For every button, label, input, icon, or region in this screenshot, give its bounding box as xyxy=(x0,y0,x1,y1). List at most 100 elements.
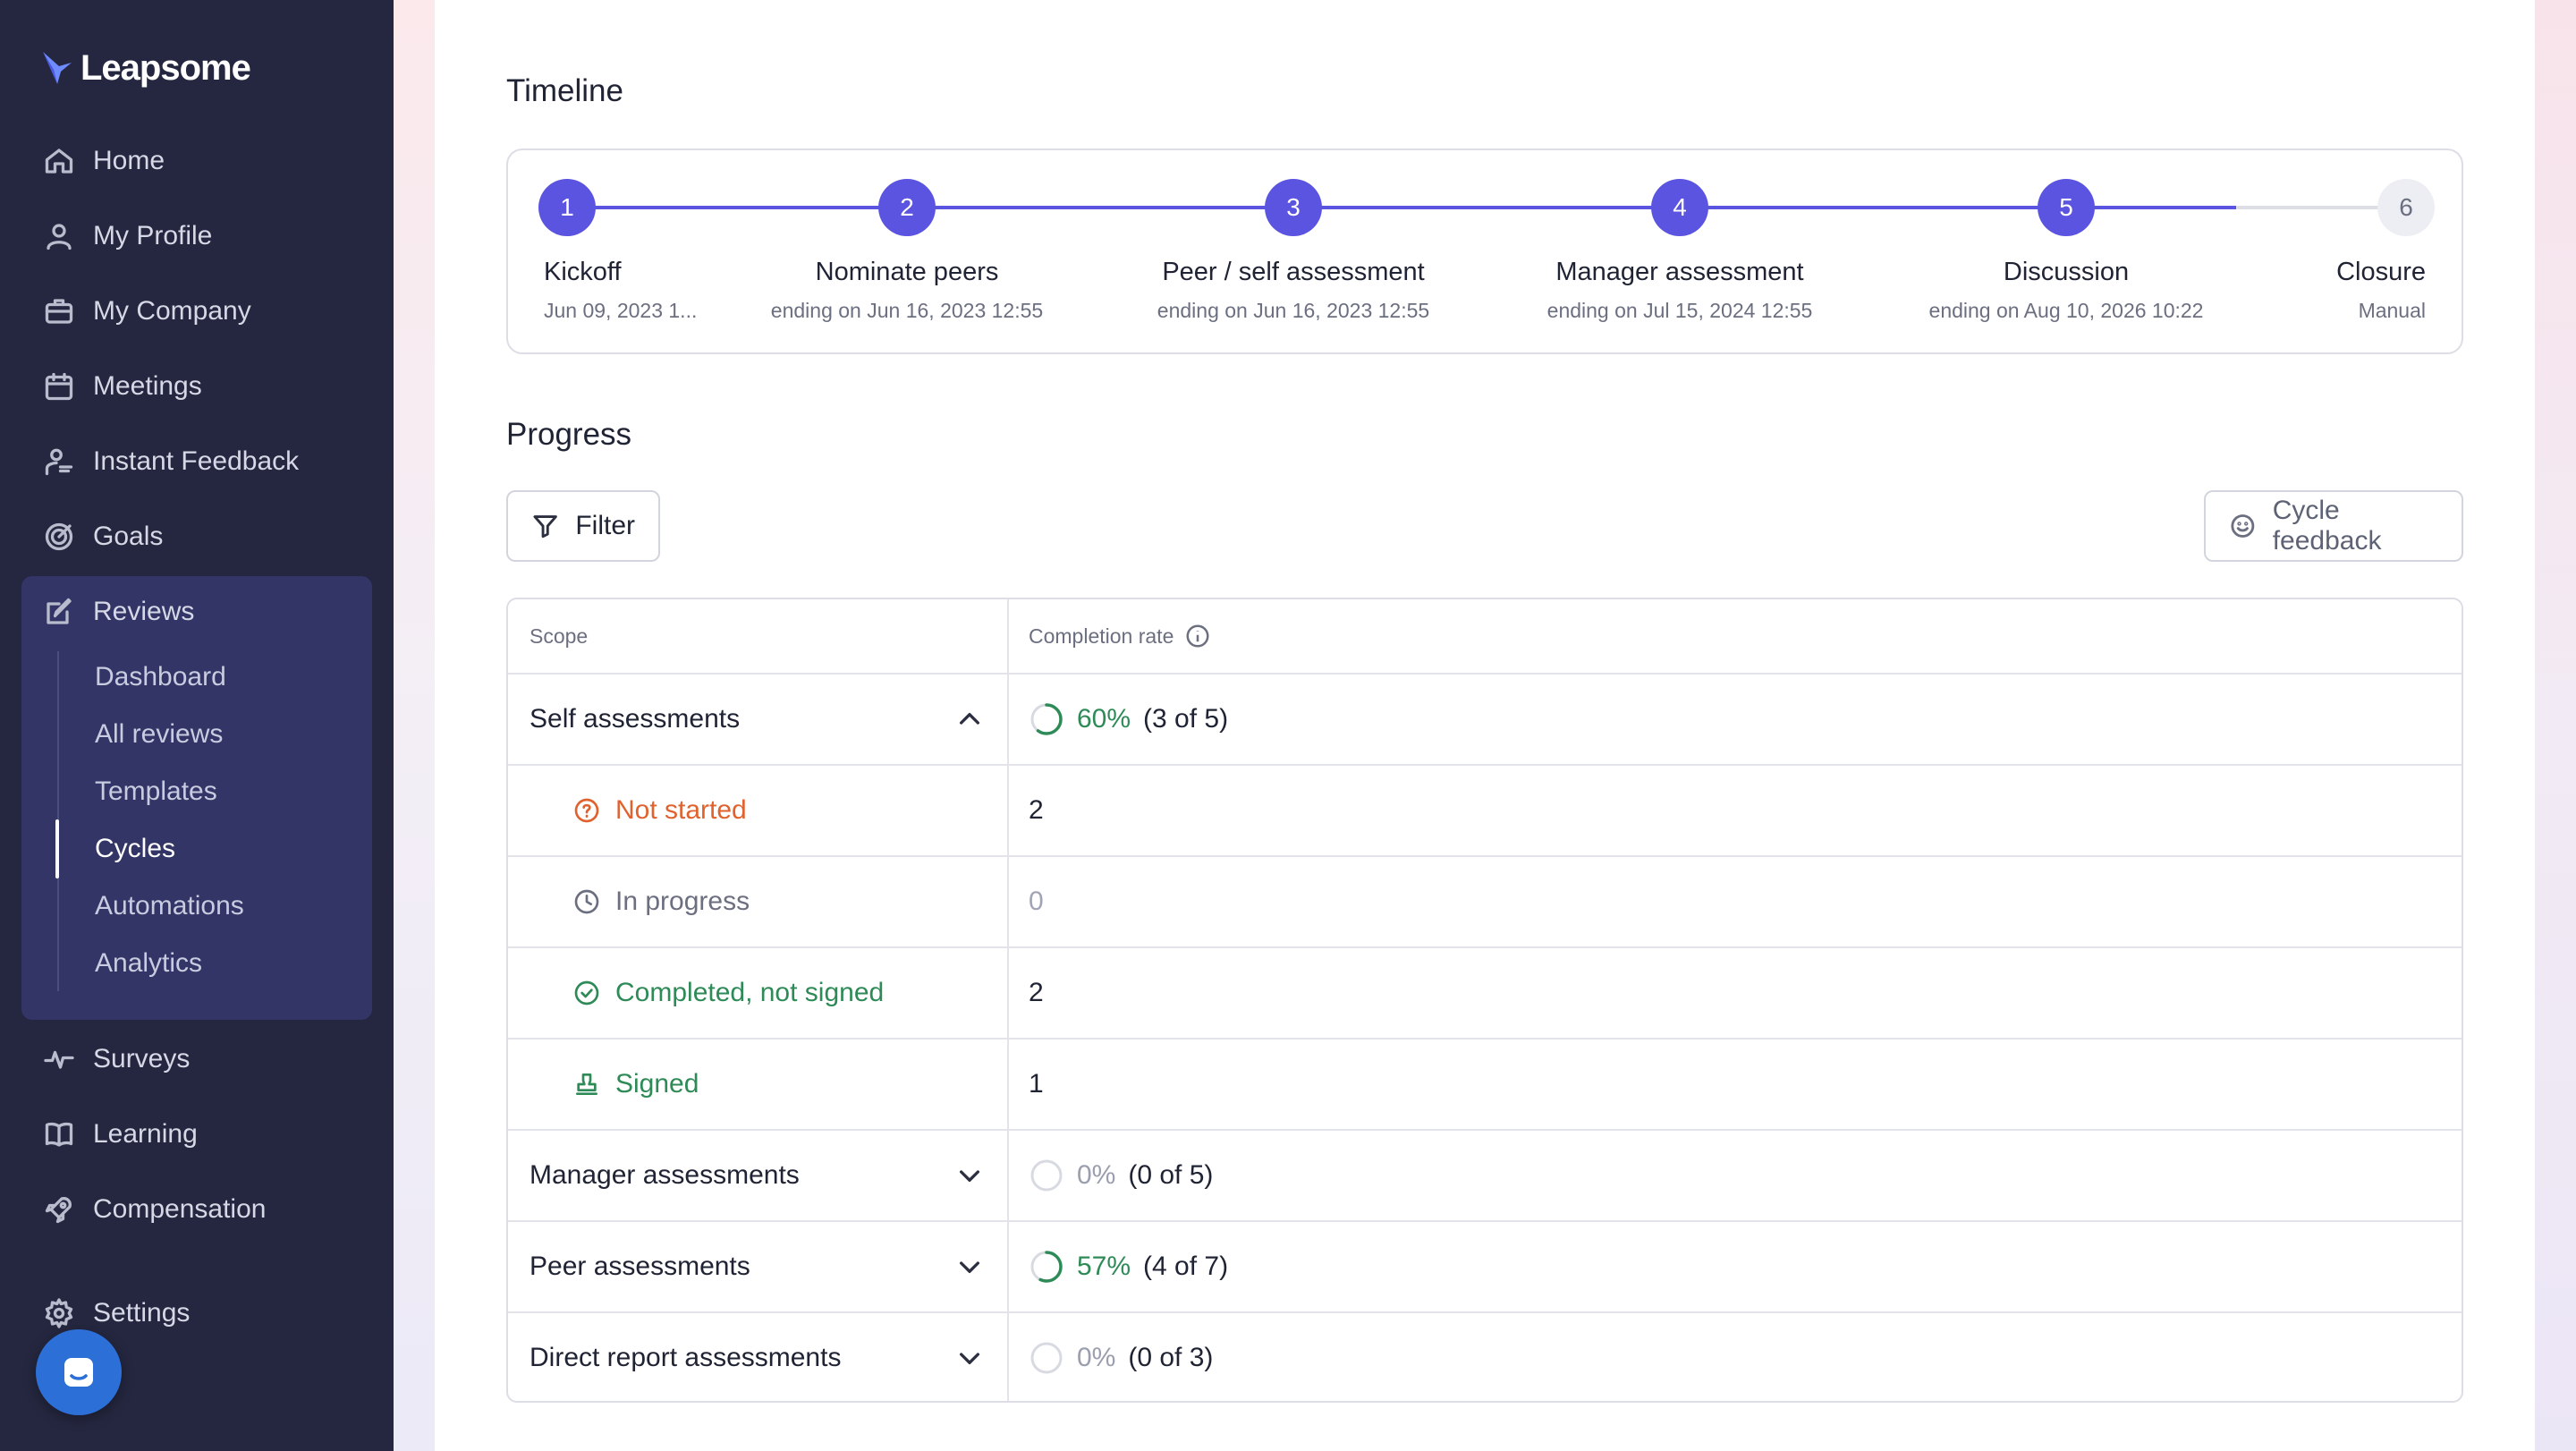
briefcase-icon xyxy=(45,299,73,324)
table-row-direct-report-assessments[interactable]: Direct report assessments 0% (0 of 3) xyxy=(508,1311,2462,1401)
table-row-completed-not-signed: Completed, not signed 2 xyxy=(508,946,2462,1038)
sidebar-subitem-label: Cycles xyxy=(95,834,176,863)
sidebar-subitem-automations[interactable]: Automations xyxy=(95,884,244,929)
clock-icon xyxy=(574,889,599,914)
progress-ring-icon xyxy=(1030,1342,1063,1374)
completion-count: (0 of 3) xyxy=(1128,1343,1214,1372)
column-header-scope: Scope xyxy=(530,599,588,673)
completion-count: (4 of 7) xyxy=(1143,1252,1229,1281)
status-count: 2 xyxy=(1029,978,1044,1007)
cycle-feedback-button[interactable]: Cycle feedback xyxy=(2204,490,2463,562)
feedback-icon xyxy=(45,448,73,476)
sidebar-subitem-all-reviews[interactable]: All reviews xyxy=(95,712,223,757)
timeline-step-1-name: Kickoff xyxy=(544,258,622,286)
status-label: Completed, not signed xyxy=(615,978,885,1007)
background-gradient-right xyxy=(2535,0,2576,1451)
sidebar-item-label: My Profile xyxy=(93,221,213,250)
sidebar-item-label: My Company xyxy=(93,296,251,326)
sidebar-item-meetings[interactable]: Meetings xyxy=(43,361,202,412)
chevron-down-icon[interactable] xyxy=(955,1252,984,1281)
chat-launcher-button[interactable] xyxy=(36,1329,122,1415)
sidebar-item-label: Compensation xyxy=(93,1194,267,1224)
book-icon xyxy=(45,1122,73,1147)
completion-percent: 0% xyxy=(1077,1343,1116,1372)
column-header-label: Completion rate xyxy=(1029,624,1174,648)
completion-count: (0 of 5) xyxy=(1128,1160,1214,1190)
sidebar-item-label: Surveys xyxy=(93,1044,191,1073)
completion-percent: 57% xyxy=(1077,1252,1131,1281)
status-cell: Not started xyxy=(572,766,747,855)
progress-ring-icon xyxy=(1030,703,1063,735)
table-row-not-started: Not started 2 xyxy=(508,764,2462,855)
app-name: Leapsome xyxy=(80,47,251,88)
smiley-icon xyxy=(2231,514,2255,538)
edit-icon xyxy=(47,598,72,624)
timeline-step-1-date: Jun 09, 2023 1... xyxy=(544,299,698,322)
sidebar-item-label: Home xyxy=(93,146,165,175)
timeline-step-5-date: ending on Aug 10, 2026 10:22 xyxy=(1928,299,2204,322)
timeline-step-2-circle[interactable]: 2 xyxy=(878,179,936,236)
scope-cell: Self assessments xyxy=(530,704,741,734)
progress-ring-track xyxy=(1030,1342,1063,1374)
timeline-step-2-date: ending on Jun 16, 2023 12:55 xyxy=(770,299,1044,322)
sidebar-item-my-profile[interactable]: My Profile xyxy=(43,211,212,261)
sidebar-subitem-analytics[interactable]: Analytics xyxy=(95,941,202,986)
timeline-step-4-circle[interactable]: 4 xyxy=(1651,179,1708,236)
progress-table: Scope Completion rate Self assessments 6… xyxy=(506,598,2463,1403)
table-row-signed: Signed 1 xyxy=(508,1038,2462,1129)
status-cell: In progress xyxy=(572,857,750,946)
background-gradient-left xyxy=(394,0,435,1451)
question-circle-icon xyxy=(574,798,599,823)
table-row-self-assessments[interactable]: Self assessments 60% (3 of 5) xyxy=(508,673,2462,764)
timeline-step-3-circle[interactable]: 3 xyxy=(1265,179,1322,236)
filter-button[interactable]: Filter xyxy=(506,490,660,562)
status-count: 2 xyxy=(1029,795,1044,825)
column-header-completion-rate: Completion rate xyxy=(1029,599,1211,673)
sidebar-subitem-cycles[interactable]: Cycles xyxy=(95,827,175,871)
sidebar-item-surveys[interactable]: Surveys xyxy=(43,1034,190,1084)
sidebar-item-home[interactable]: Home xyxy=(43,136,165,186)
sidebar-item-learning[interactable]: Learning xyxy=(43,1109,198,1159)
sidebar-item-compensation[interactable]: Compensation xyxy=(43,1184,266,1235)
chevron-down-icon[interactable] xyxy=(955,1161,984,1190)
status-label: In progress xyxy=(615,887,750,916)
timeline-step-6-date: Manual xyxy=(2358,299,2426,322)
timeline-step-4-date: ending on Jul 15, 2024 12:55 xyxy=(1546,299,1813,322)
sidebar-item-label: Meetings xyxy=(93,371,202,401)
sidebar-item-label: Reviews xyxy=(93,597,195,626)
sidebar-subitem-dashboard[interactable]: Dashboard xyxy=(95,655,226,700)
filter-icon xyxy=(533,515,557,539)
completion-cell: 0% (0 of 5) xyxy=(1029,1131,1213,1220)
status-cell: Completed, not signed xyxy=(572,948,884,1038)
table-row-manager-assessments[interactable]: Manager assessments 0% (0 of 5) xyxy=(508,1129,2462,1220)
sidebar-item-label: Settings xyxy=(93,1298,191,1328)
timeline-step-3-date: ending on Jun 16, 2023 12:55 xyxy=(1157,299,1430,322)
timeline-step-5-circle[interactable]: 5 xyxy=(2038,179,2095,236)
sidebar-subitem-templates[interactable]: Templates xyxy=(95,769,217,814)
info-icon[interactable] xyxy=(1184,623,1211,649)
sidebar-item-label: Learning xyxy=(93,1119,198,1149)
target-icon xyxy=(45,522,73,551)
sidebar-subitem-label: Analytics xyxy=(95,948,203,978)
status-label: Not started xyxy=(615,795,747,825)
status-count: 1 xyxy=(1029,1069,1044,1099)
timeline-step-5-name: Discussion xyxy=(2003,258,2130,286)
sidebar-item-goals[interactable]: Goals xyxy=(43,512,163,562)
progress-ring-icon xyxy=(1030,1251,1063,1283)
progress-ring-icon xyxy=(1030,1159,1063,1192)
timeline-step-6-circle[interactable]: 6 xyxy=(2377,179,2435,236)
chevron-up-icon[interactable] xyxy=(955,705,984,734)
sidebar-item-instant-feedback[interactable]: Instant Feedback xyxy=(43,437,299,487)
chevron-down-icon[interactable] xyxy=(955,1344,984,1372)
completion-percent: 60% xyxy=(1077,704,1131,734)
status-count: 0 xyxy=(1029,887,1044,916)
leapsome-logo[interactable]: Leapsome xyxy=(39,43,251,93)
timeline-step-1-circle[interactable]: 1 xyxy=(538,179,596,236)
timeline-step-6-name: Closure xyxy=(2336,258,2426,286)
status-label: Signed xyxy=(615,1069,699,1099)
sidebar-item-reviews[interactable]: Reviews xyxy=(43,587,194,637)
status-cell: Signed xyxy=(572,1039,699,1129)
table-row-peer-assessments[interactable]: Peer assessments 57% (4 of 7) xyxy=(508,1220,2462,1311)
timeline-step-2-name: Nominate peers xyxy=(815,258,999,286)
sidebar-item-my-company[interactable]: My Company xyxy=(43,286,251,336)
